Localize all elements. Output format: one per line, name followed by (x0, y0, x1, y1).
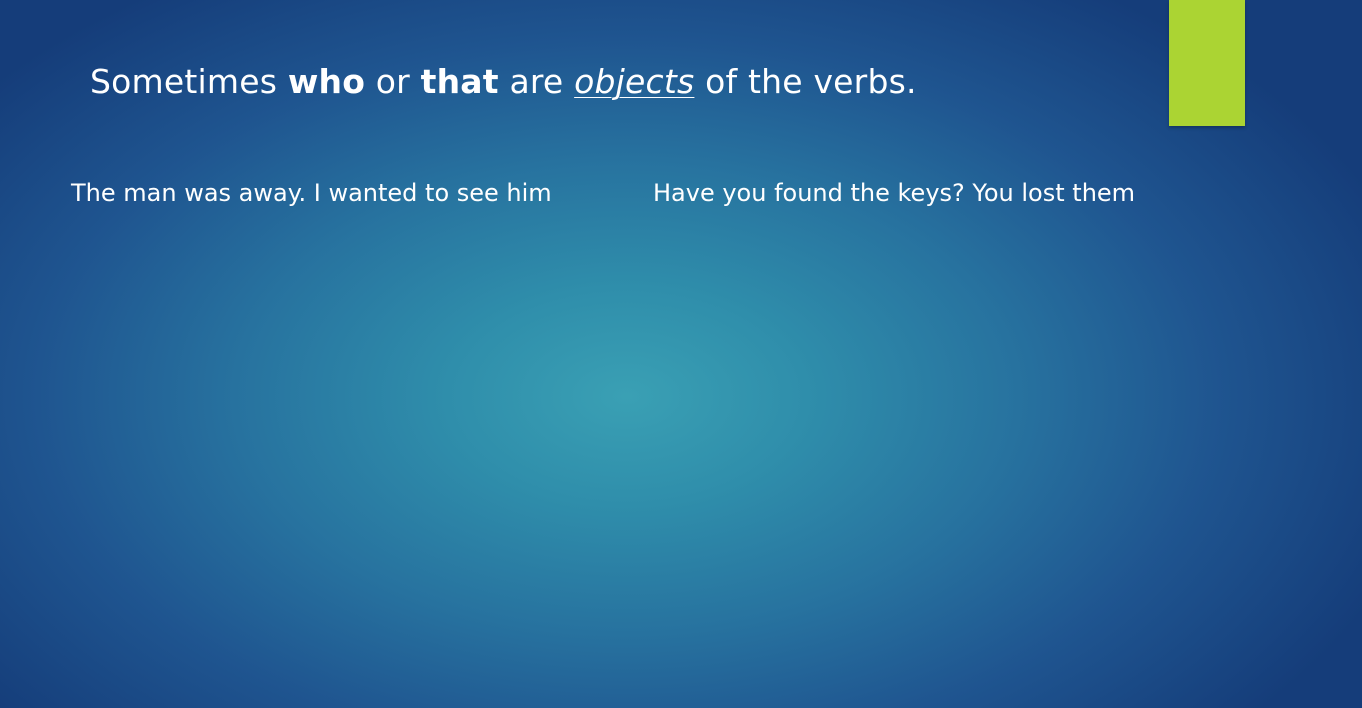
title-word-that: that (420, 62, 499, 101)
accent-bar (1169, 0, 1245, 126)
title-text-3: are (498, 62, 575, 101)
title-text-1: Sometimes (90, 62, 288, 101)
title-word-objects: objects (574, 62, 695, 101)
slide: Sometimes who or that are objects of the… (0, 0, 1362, 708)
title-text-2: or (365, 62, 421, 101)
right-column-text: Have you found the keys? You lost them (653, 179, 1136, 207)
title-word-who: who (287, 62, 366, 101)
slide-title: Sometimes who or that are objects of the… (90, 60, 917, 104)
left-column-text: The man was away. I wanted to see him (71, 179, 552, 207)
title-text-4: of the verbs. (694, 62, 917, 101)
